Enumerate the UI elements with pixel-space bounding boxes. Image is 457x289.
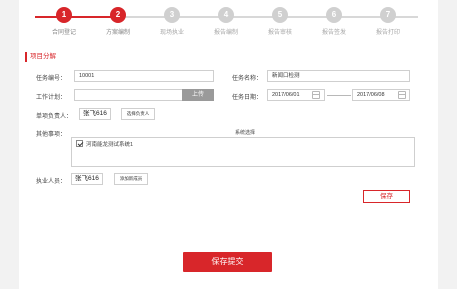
task-no-label: 任务编号： xyxy=(36,76,67,82)
step-number: 3 xyxy=(164,7,180,23)
leader-label: 单项负责人： xyxy=(36,114,73,120)
system-option-label: 河南能龙测试系统1 xyxy=(86,142,134,148)
leader-value: 张飞616 xyxy=(79,108,111,120)
step-number: 5 xyxy=(272,7,288,23)
submit-button[interactable]: 保存提交 xyxy=(183,252,272,272)
step-5[interactable]: 5 报告审核 xyxy=(253,7,307,36)
step-number: 4 xyxy=(218,7,234,23)
task-name-label: 任务名称： xyxy=(232,76,263,82)
step-label: 报告签发 xyxy=(321,30,346,36)
select-leader-button[interactable]: 选择负责人 xyxy=(121,108,155,120)
task-name-input[interactable]: 新闻口检测 xyxy=(267,70,410,82)
system-select-box: 河南能龙测试系统1 xyxy=(71,137,415,167)
work-plan-input[interactable] xyxy=(74,89,183,101)
add-staff-button[interactable]: 添加新成员 xyxy=(114,173,148,185)
upload-button[interactable]: 上传 xyxy=(182,89,214,101)
task-no-input[interactable]: 10001 xyxy=(74,70,214,82)
staff-label: 执业人员： xyxy=(36,179,67,185)
system-select-label: 系统选择 xyxy=(235,130,256,136)
progress-stepper: 1 合同登记 2 方案编制 3 现场执业 4 报告编制 5 报告审核 6 报告签… xyxy=(19,0,438,44)
step-number: 7 xyxy=(380,7,396,23)
step-number: 2 xyxy=(110,7,126,23)
calendar-icon[interactable] xyxy=(398,91,406,99)
step-label: 方案编制 xyxy=(105,30,130,36)
step-label: 合同登记 xyxy=(51,30,76,36)
calendar-icon[interactable] xyxy=(312,91,320,99)
step-3[interactable]: 3 现场执业 xyxy=(145,7,199,36)
step-2[interactable]: 2 方案编制 xyxy=(91,7,145,36)
step-label: 报告编制 xyxy=(213,30,238,36)
date-range-separator xyxy=(327,95,351,96)
step-label: 报告审核 xyxy=(267,30,292,36)
main-panel: 1 合同登记 2 方案编制 3 现场执业 4 报告编制 5 报告审核 6 报告签… xyxy=(19,0,438,289)
section-title: 项目分解 xyxy=(25,52,56,62)
step-6[interactable]: 6 报告签发 xyxy=(307,7,361,36)
system-option-checkbox[interactable] xyxy=(76,140,83,147)
save-button[interactable]: 保存 xyxy=(363,190,410,203)
step-label: 现场执业 xyxy=(159,30,184,36)
step-7[interactable]: 7 报告打印 xyxy=(361,7,415,36)
staff-value: 张飞616 xyxy=(71,173,103,185)
step-number: 1 xyxy=(56,7,72,23)
step-number: 6 xyxy=(326,7,342,23)
step-label: 报告打印 xyxy=(375,30,400,36)
other-label: 其他事项： xyxy=(36,132,67,138)
step-4[interactable]: 4 报告编制 xyxy=(199,7,253,36)
task-date-label: 任务日期： xyxy=(232,95,263,101)
work-plan-label: 工作计划： xyxy=(36,95,67,101)
step-1[interactable]: 1 合同登记 xyxy=(37,7,91,36)
